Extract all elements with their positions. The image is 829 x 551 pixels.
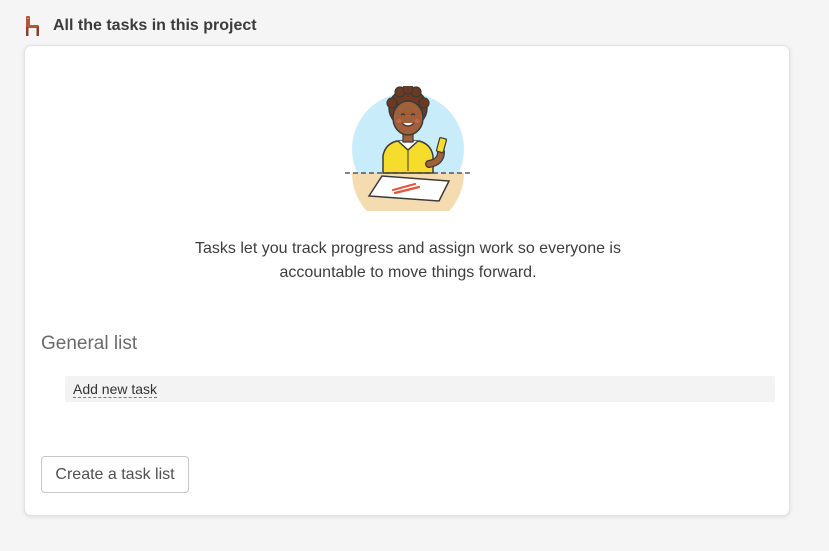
message-line-2: accountable to move things forward. xyxy=(279,264,537,281)
create-task-list-button[interactable]: Create a task list xyxy=(41,456,189,493)
page-header: All the tasks in this project xyxy=(24,14,257,38)
empty-state-message: Tasks let you track progress and assign … xyxy=(25,237,791,285)
message-line-1: Tasks let you track progress and assign … xyxy=(195,240,621,257)
add-task-row[interactable]: Add new task xyxy=(65,376,775,402)
page-title: All the tasks in this project xyxy=(53,17,257,34)
tasks-card: Tasks let you track progress and assign … xyxy=(24,45,790,516)
task-list-title[interactable]: General list xyxy=(41,333,137,355)
chair-icon xyxy=(24,15,42,37)
add-new-task-link[interactable]: Add new task xyxy=(73,381,158,398)
person-drawing-illustration xyxy=(345,83,475,229)
